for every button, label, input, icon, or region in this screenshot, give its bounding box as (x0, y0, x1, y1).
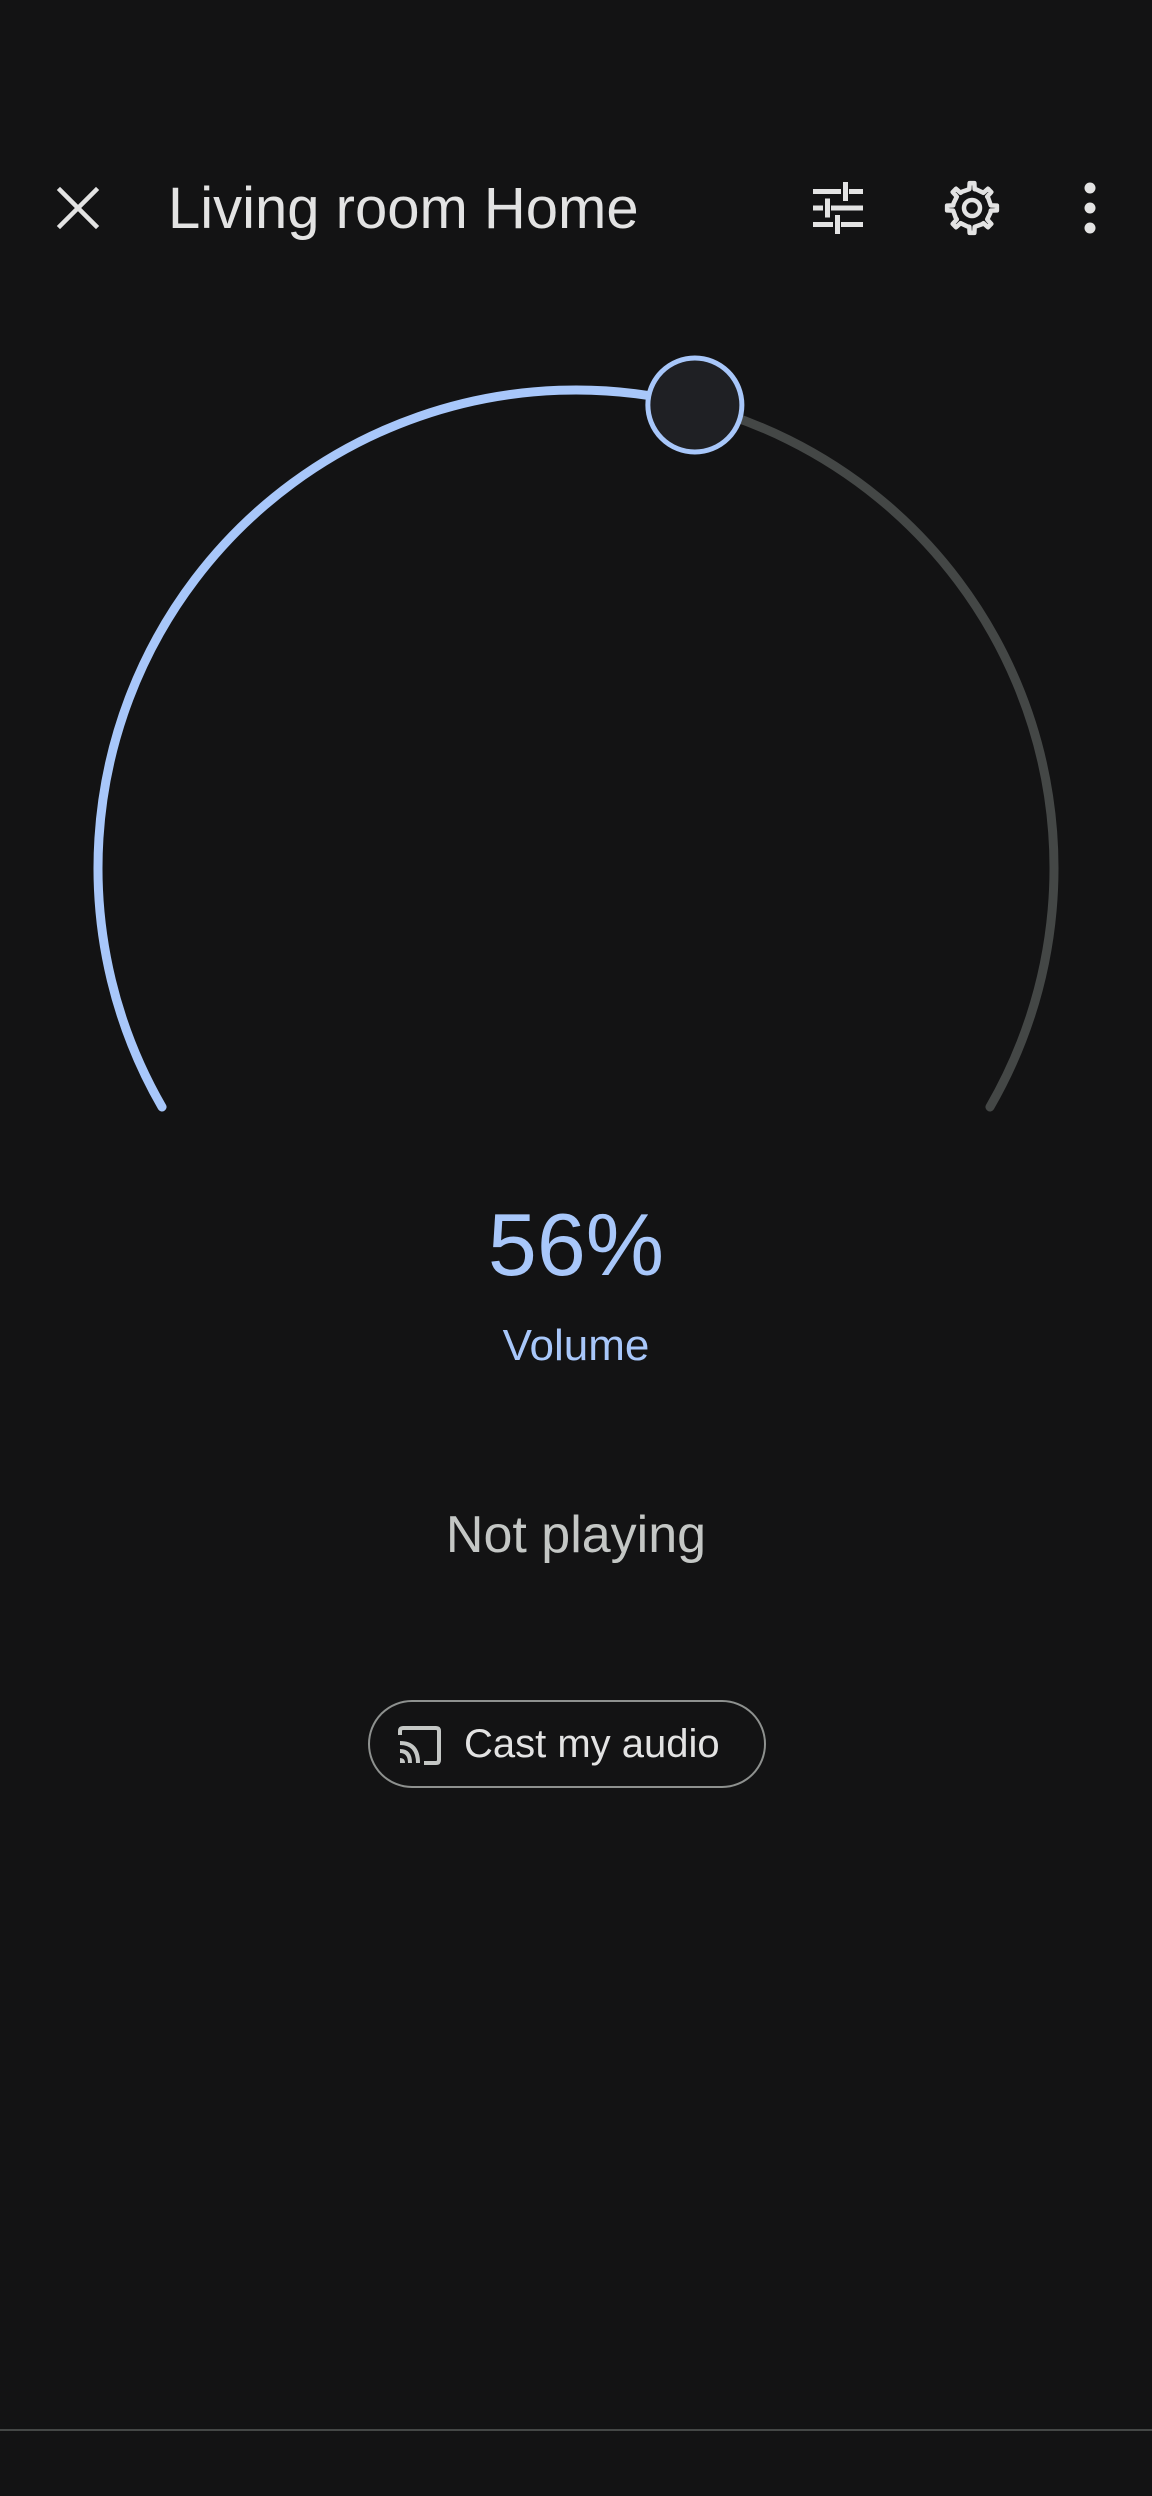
volume-track (690, 400, 1059, 1112)
cast-icon (398, 1726, 441, 1765)
volume-knob[interactable] (645, 355, 745, 455)
cast-my-audio-button[interactable]: Cast my audio (368, 1700, 766, 1788)
cast-button-label: Cast my audio (464, 1722, 720, 1766)
volume-fill (93, 385, 700, 1112)
volume-dial[interactable] (0, 0, 1152, 1400)
playback-status: Not playing (445, 1506, 707, 1564)
volume-percent: 56% (487, 1195, 665, 1294)
volume-label: Volume (502, 1321, 650, 1370)
bottom-divider (0, 2429, 1152, 2431)
